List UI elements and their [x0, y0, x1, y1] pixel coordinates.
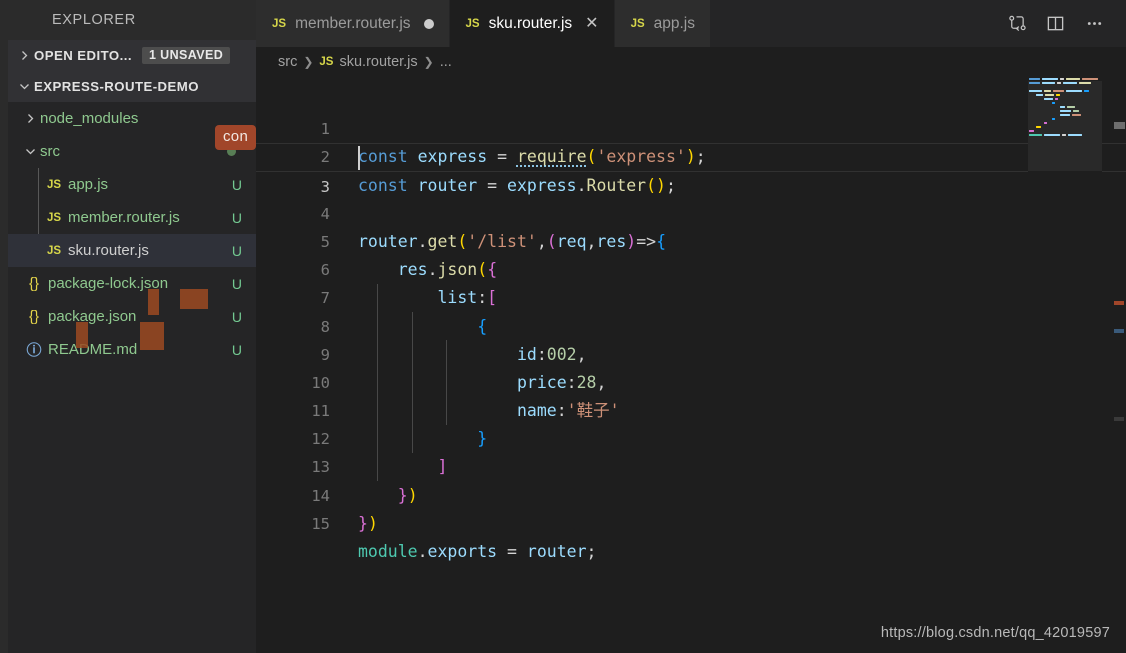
- overview-ruler-mark: [1114, 329, 1124, 333]
- chevron-right-icon: [14, 50, 34, 61]
- explorer-sidebar: EXPLORER OPEN EDITO... 1 UNSAVED EXPRESS…: [8, 0, 257, 653]
- overview-ruler-mark: [1114, 417, 1124, 421]
- code-line: 8 id:002,: [256, 284, 1126, 364]
- line-content: module.exports = router;: [358, 542, 597, 562]
- tree-item-label: README.md: [48, 341, 138, 358]
- tab-bar-spacer: [711, 0, 995, 47]
- text-cursor: [358, 146, 360, 171]
- tab-bar: JS member.router.js JS sku.router.js ✕ J…: [256, 0, 1126, 47]
- render-artifact: [148, 289, 159, 315]
- vscode-window: EXPLORER OPEN EDITO... 1 UNSAVED EXPRESS…: [0, 0, 1126, 653]
- breadcrumb-folder[interactable]: src: [278, 54, 297, 70]
- close-icon[interactable]: ✕: [585, 15, 598, 32]
- tab-label: sku.router.js: [488, 14, 573, 32]
- json-file-icon: {}: [28, 308, 40, 325]
- code-line: 4 router.get('/list',(req,res)=>{: [256, 172, 1126, 251]
- tree-item-sku-router-js[interactable]: JS sku.router.js U: [8, 234, 256, 267]
- tree-item-readme-md[interactable]: ⓘ README.md U: [8, 333, 256, 366]
- git-status-badge: U: [231, 176, 242, 193]
- code-line: 12 ]: [256, 397, 1126, 476]
- line-number: 15: [311, 514, 330, 533]
- tree-item-package-lock-json[interactable]: {} package-lock.json U: [8, 267, 256, 300]
- tree-item-label: src: [40, 143, 60, 160]
- editor-scrollbar[interactable]: [1112, 77, 1126, 653]
- section-open-editors[interactable]: OPEN EDITO... 1 UNSAVED: [8, 40, 256, 71]
- js-file-icon: JS: [46, 178, 62, 191]
- code-line-current: 3: [256, 143, 1126, 196]
- json-file-icon: {}: [28, 275, 40, 292]
- more-actions-icon[interactable]: [1085, 14, 1104, 33]
- chevron-down-icon: [14, 81, 34, 92]
- git-status-badge: U: [231, 209, 242, 226]
- editor-group: JS member.router.js JS sku.router.js ✕ J…: [256, 0, 1126, 653]
- code-line: 10 name:'鞋子': [256, 341, 1126, 420]
- code-editor[interactable]: 1 const express = require('express'); 2 …: [256, 77, 1126, 653]
- code-line: 5 res.json({: [256, 200, 1126, 279]
- tab-label: app.js: [653, 14, 696, 32]
- render-artifact: [140, 322, 164, 350]
- section-open-editors-label: OPEN EDITO...: [34, 48, 132, 63]
- chevron-right-icon: ❯: [423, 55, 434, 69]
- tree-item-label: sku.router.js: [68, 242, 149, 259]
- js-file-icon: JS: [319, 56, 334, 68]
- render-artifact: [180, 289, 208, 309]
- code-line: 15 module.exports = router;: [256, 482, 1126, 561]
- tree-item-label: node_modules: [40, 110, 139, 127]
- unsaved-dot-icon[interactable]: [423, 18, 434, 29]
- watermark: https://blog.csdn.net/qq_42019597: [880, 625, 1110, 641]
- tab-app-js[interactable]: JS app.js: [614, 0, 712, 47]
- git-status-badge: U: [231, 341, 242, 358]
- section-project-root-label: EXPRESS-ROUTE-DEMO: [34, 79, 199, 94]
- tree-item-label: app.js: [68, 176, 109, 193]
- chevron-right-icon: ❯: [303, 55, 314, 69]
- render-artifact: [76, 322, 88, 348]
- tree-item-package-json[interactable]: {} package.json U: [8, 300, 256, 333]
- code-line: 6 list:[: [256, 228, 1126, 307]
- split-diff-icon[interactable]: [1007, 14, 1026, 33]
- info-file-icon: ⓘ: [26, 342, 42, 359]
- minimap[interactable]: [1028, 77, 1102, 653]
- code-line: 1 const express = require('express');: [256, 87, 1126, 166]
- tab-member-router-js[interactable]: JS member.router.js: [256, 0, 450, 47]
- js-file-icon: JS: [272, 17, 287, 30]
- chevron-down-icon: [20, 146, 40, 157]
- breadcrumb-file[interactable]: sku.router.js: [339, 54, 417, 70]
- tree-item-member-router-js[interactable]: JS member.router.js U: [8, 201, 256, 234]
- tree-item-label: member.router.js: [68, 209, 180, 226]
- code-line: 14 }): [256, 453, 1126, 533]
- sidebar-title: EXPLORER: [8, 0, 256, 40]
- git-status-badge: U: [231, 308, 242, 325]
- unsaved-count-badge: 1 UNSAVED: [141, 47, 231, 64]
- breadcrumb-symbol[interactable]: ...: [440, 54, 452, 70]
- tree-item-label: package.json: [48, 308, 137, 325]
- scrollbar-thumb[interactable]: [1114, 122, 1125, 129]
- section-project-root[interactable]: EXPRESS-ROUTE-DEMO: [8, 71, 256, 102]
- code-line: 11 }: [256, 369, 1126, 448]
- ime-candidate-badge: con: [215, 125, 257, 150]
- split-editor-icon[interactable]: [1046, 14, 1065, 33]
- code-line: 7 {: [256, 256, 1126, 335]
- js-file-icon: JS: [46, 211, 62, 224]
- line-content: }): [358, 513, 378, 533]
- code-line: 9 price:28,: [256, 313, 1126, 392]
- activity-bar: [0, 0, 8, 653]
- git-status-badge: U: [231, 275, 242, 292]
- js-file-icon: JS: [46, 244, 62, 257]
- tab-label: member.router.js: [295, 14, 411, 32]
- breadcrumb: src ❯ JS sku.router.js ❯ ...: [256, 47, 1126, 77]
- tab-sku-router-js[interactable]: JS sku.router.js ✕: [449, 0, 615, 47]
- js-file-icon: JS: [630, 17, 645, 30]
- code-lines: 1 const express = require('express'); 2 …: [256, 87, 1126, 561]
- tree-item-app-js[interactable]: JS app.js U: [8, 168, 256, 201]
- overview-ruler-mark: [1114, 301, 1124, 305]
- chevron-right-icon: [20, 113, 40, 124]
- code-line: 2 const router = express.Router();: [256, 115, 1126, 194]
- editor-actions: [995, 0, 1126, 47]
- git-status-badge: U: [231, 242, 242, 259]
- code-line: 13 }): [256, 425, 1126, 504]
- js-file-icon: JS: [465, 17, 480, 30]
